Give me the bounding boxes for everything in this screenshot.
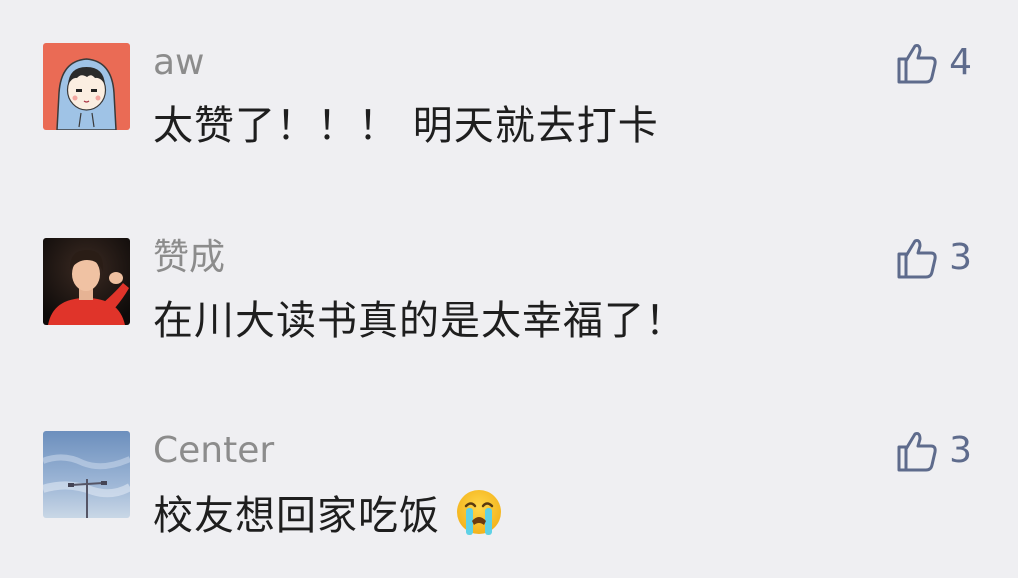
like-count: 3 <box>949 430 972 471</box>
username[interactable]: 赞成 <box>153 235 225 281</box>
comment-text-content: 校友想回家吃饭 <box>153 493 440 539</box>
like-count: 4 <box>949 42 972 83</box>
avatar[interactable] <box>43 431 130 518</box>
username[interactable]: aw <box>153 40 205 86</box>
comment-text: 在川大读书真的是太幸福了！ <box>153 298 686 344</box>
thumbs-up-icon <box>897 432 937 472</box>
sky-streetlight-avatar <box>43 431 130 518</box>
crying-face-emoji <box>454 487 504 551</box>
like-button[interactable]: 3 <box>895 235 972 281</box>
comment-text: 校友想回家吃饭 <box>153 487 504 551</box>
username[interactable]: Center <box>153 428 274 474</box>
comment-item: 赞成 在川大读书真的是太幸福了！ 3 <box>0 195 1018 345</box>
avatar[interactable] <box>43 43 130 130</box>
like-button[interactable]: 3 <box>895 428 972 474</box>
person-photo-avatar <box>43 238 130 325</box>
avatar[interactable] <box>43 238 130 325</box>
thumbs-up-icon <box>897 239 937 279</box>
cartoon-boy-hoodie-avatar <box>43 43 130 130</box>
comment-text: 太赞了！！！ 明天就去打卡 <box>153 103 659 149</box>
comment-item: Center 校友想回家吃饭 3 <box>0 388 1018 539</box>
like-button[interactable]: 4 <box>895 40 972 86</box>
like-count: 3 <box>949 237 972 278</box>
comment-list: aw 太赞了！！！ 明天就去打卡 4 赞成 在川大读书真的是太幸福了！ 3 Ce… <box>0 0 1018 578</box>
comment-item: aw 太赞了！！！ 明天就去打卡 4 <box>0 0 1018 150</box>
thumbs-up-icon <box>897 44 937 84</box>
crying-face-icon <box>457 490 501 535</box>
